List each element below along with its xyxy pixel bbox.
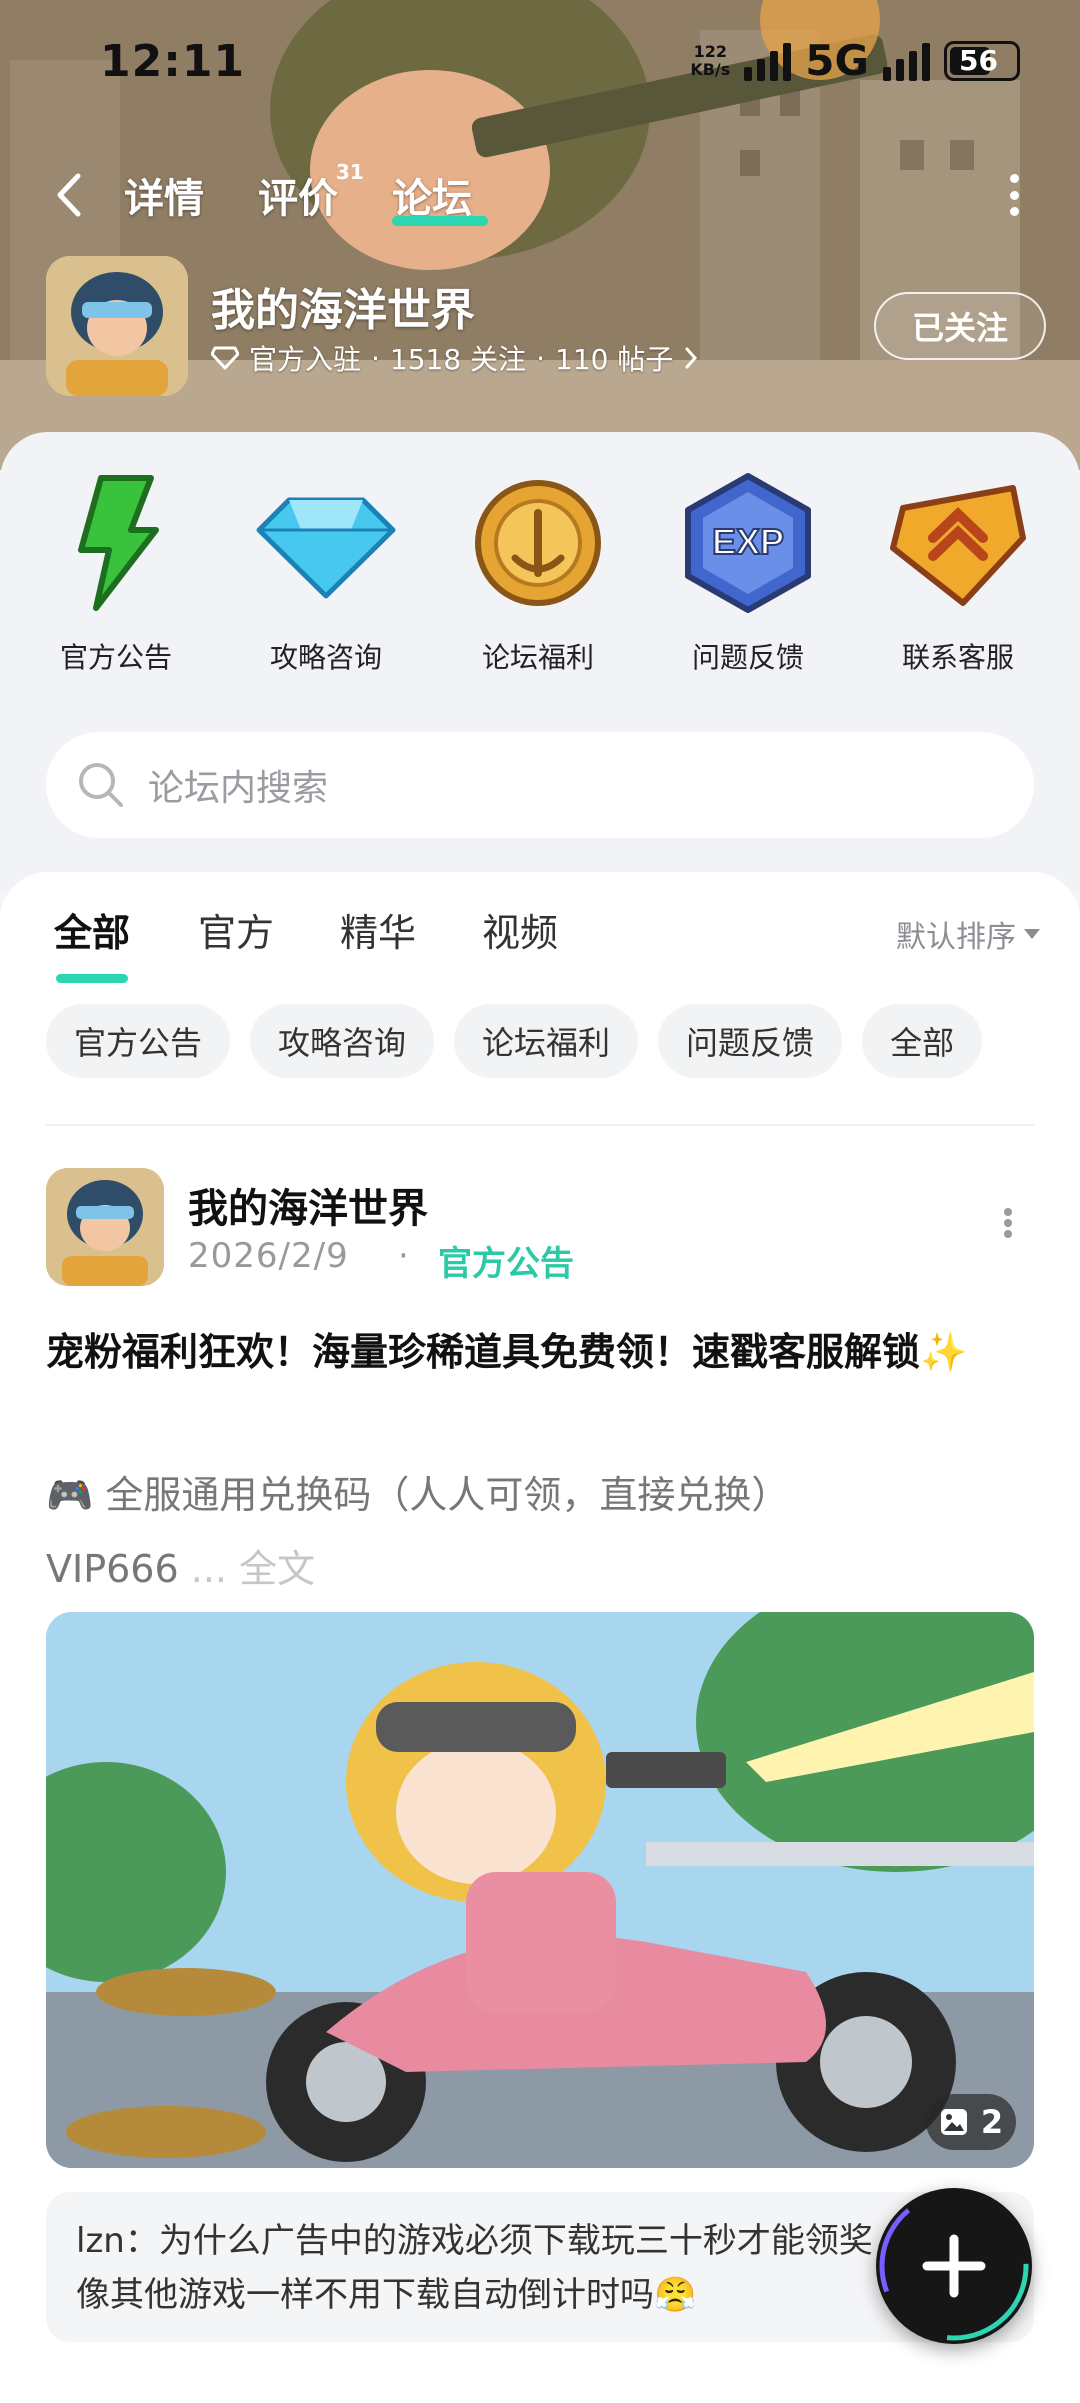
- search-bar[interactable]: 论坛内搜索: [46, 732, 1034, 838]
- caret-down-icon: [1024, 929, 1040, 939]
- network-speed-value: 122: [693, 41, 728, 61]
- post-feed: 全部 官方 精华 视频 默认排序 官方公告 攻略咨询 论坛福利 问题反馈 全部 …: [0, 872, 1080, 2403]
- feed-tab-all[interactable]: 全部: [54, 902, 130, 957]
- gold-coin-icon: [475, 480, 601, 606]
- post-body-line: 🎮 全服通用兑换码（人人可领，直接兑换）: [46, 1473, 790, 1517]
- svg-text:EXP: EXP: [712, 521, 784, 562]
- full-text-link[interactable]: 全文: [239, 1547, 315, 1591]
- verified-diamond-icon: [211, 346, 239, 370]
- tab-reviews[interactable]: 评价: [258, 166, 338, 224]
- game-title: 我的海洋世界: [211, 285, 475, 336]
- category-row: 官方公告 攻略咨询 论坛福利 EXP 问题反馈 联系客服: [0, 468, 1080, 688]
- image-count-badge: 2: [926, 2094, 1016, 2150]
- official-label: 官方入驻: [249, 343, 362, 376]
- divider: [46, 1124, 1034, 1126]
- chip-official-announcement[interactable]: 官方公告: [46, 1004, 231, 1078]
- chip-all[interactable]: 全部: [862, 1004, 983, 1078]
- category-label: 攻略咨询: [269, 641, 382, 674]
- post-ellipsis: ...: [178, 1547, 240, 1591]
- category-forum-benefits[interactable]: 论坛福利: [448, 468, 628, 676]
- network-type: 5G: [805, 36, 869, 85]
- filter-chips: 官方公告 攻略咨询 论坛福利 问题反馈 全部: [46, 1004, 983, 1078]
- game-header: 我的海洋世界 官方入驻 · 1518 关注 · 110 帖子 已关注: [46, 256, 1046, 396]
- back-arrow-icon[interactable]: [50, 170, 90, 220]
- search-input[interactable]: 论坛内搜索: [148, 759, 328, 811]
- rank-badge-icon: [890, 485, 1026, 606]
- post-body[interactable]: 🎮 全服通用兑换码（人人可领，直接兑换） VIP666 ... 全文: [46, 1458, 1034, 1606]
- signal-icon-2: [883, 41, 930, 81]
- battery-icon: 56: [944, 40, 1020, 81]
- category-label: 论坛福利: [481, 641, 594, 674]
- sort-label: 默认排序: [896, 920, 1016, 955]
- chip-feedback[interactable]: 问题反馈: [658, 1004, 843, 1078]
- fab-ring: [879, 2191, 1029, 2341]
- lightning-icon: [78, 475, 159, 611]
- active-tab-indicator: [392, 216, 488, 226]
- status-time: 12:11: [100, 36, 246, 87]
- avatar[interactable]: [46, 1168, 164, 1286]
- post-image[interactable]: 2: [46, 1612, 1034, 2168]
- feed-tab-featured[interactable]: 精华: [340, 902, 416, 957]
- post-date: 2026/2/9: [188, 1236, 349, 1276]
- chip-strategy[interactable]: 攻略咨询: [250, 1004, 435, 1078]
- signal-icon: [744, 41, 792, 81]
- feed-tab-indicator: [56, 974, 128, 983]
- comment-user: lzn：: [76, 2221, 159, 2261]
- category-official-announcement[interactable]: 官方公告: [26, 468, 206, 676]
- top-navigation: 详情 评价 31 论坛: [0, 160, 1080, 230]
- meta-separator: ·: [536, 341, 545, 375]
- feed-tab-official[interactable]: 官方: [198, 902, 274, 957]
- more-options-icon[interactable]: [1008, 174, 1020, 216]
- follow-button[interactable]: 已关注: [874, 292, 1046, 360]
- status-icons: 122 KB/s 5G 56: [690, 36, 1020, 85]
- image-count: 2: [980, 2103, 1004, 2141]
- category-label: 联系客服: [901, 641, 1014, 674]
- post-author[interactable]: 我的海洋世界: [188, 1176, 428, 1234]
- diamond-icon: [256, 497, 396, 599]
- status-bar: 12:11 122 KB/s 5G 56: [0, 0, 1080, 120]
- category-customer-service[interactable]: 联系客服: [868, 468, 1048, 676]
- game-meta[interactable]: 官方入驻 · 1518 关注 · 110 帖子: [211, 338, 699, 378]
- comment-text: 为什么广告中的游戏必须下载玩三十秒才能领奖，不能像其他游戏一样不用下载自动倒计时…: [76, 2221, 975, 2315]
- post-meta-separator: ·: [398, 1236, 409, 1276]
- feed-tab-video[interactable]: 视频: [482, 902, 558, 957]
- chevron-right-icon: [685, 347, 698, 369]
- category-strategy[interactable]: 攻略咨询: [236, 468, 416, 676]
- tab-details[interactable]: 详情: [124, 166, 204, 224]
- game-icon[interactable]: [46, 256, 188, 396]
- feed-tabs: 全部 官方 精华 视频 默认排序: [0, 902, 1080, 983]
- network-speed-unit: KB/s: [690, 59, 731, 79]
- post-code: VIP666: [46, 1547, 179, 1591]
- search-icon: [79, 763, 123, 807]
- create-post-button[interactable]: [876, 2188, 1032, 2344]
- post-body-line-2: VIP666 ... 全文: [46, 1532, 1034, 1606]
- sort-dropdown[interactable]: 默认排序: [896, 912, 1040, 956]
- posts-count: 110 帖子: [555, 343, 674, 376]
- network-speed: 122 KB/s: [690, 41, 731, 79]
- category-feedback[interactable]: EXP 问题反馈: [658, 468, 838, 676]
- chip-forum-benefits[interactable]: 论坛福利: [454, 1004, 639, 1078]
- category-panel: 官方公告 攻略咨询 论坛福利 EXP 问题反馈 联系客服 论坛内搜索: [0, 432, 1080, 892]
- meta-separator: ·: [371, 341, 380, 375]
- review-count-badge: 31: [336, 160, 364, 184]
- battery-level: 56: [959, 44, 998, 77]
- category-label: 问题反馈: [691, 641, 804, 674]
- post-illustration: [46, 1612, 1034, 2168]
- followers-count: 1518 关注: [389, 343, 527, 376]
- category-label: 官方公告: [59, 641, 172, 674]
- post-tag[interactable]: 官方公告: [438, 1236, 574, 1285]
- post-more-icon[interactable]: [1004, 1208, 1014, 1238]
- image-icon: [940, 2109, 967, 2135]
- post-title[interactable]: 宠粉福利狂欢！海量珍稀道具免费领！速戳客服解锁✨: [46, 1318, 1034, 1386]
- exp-badge-icon: EXP: [685, 473, 811, 613]
